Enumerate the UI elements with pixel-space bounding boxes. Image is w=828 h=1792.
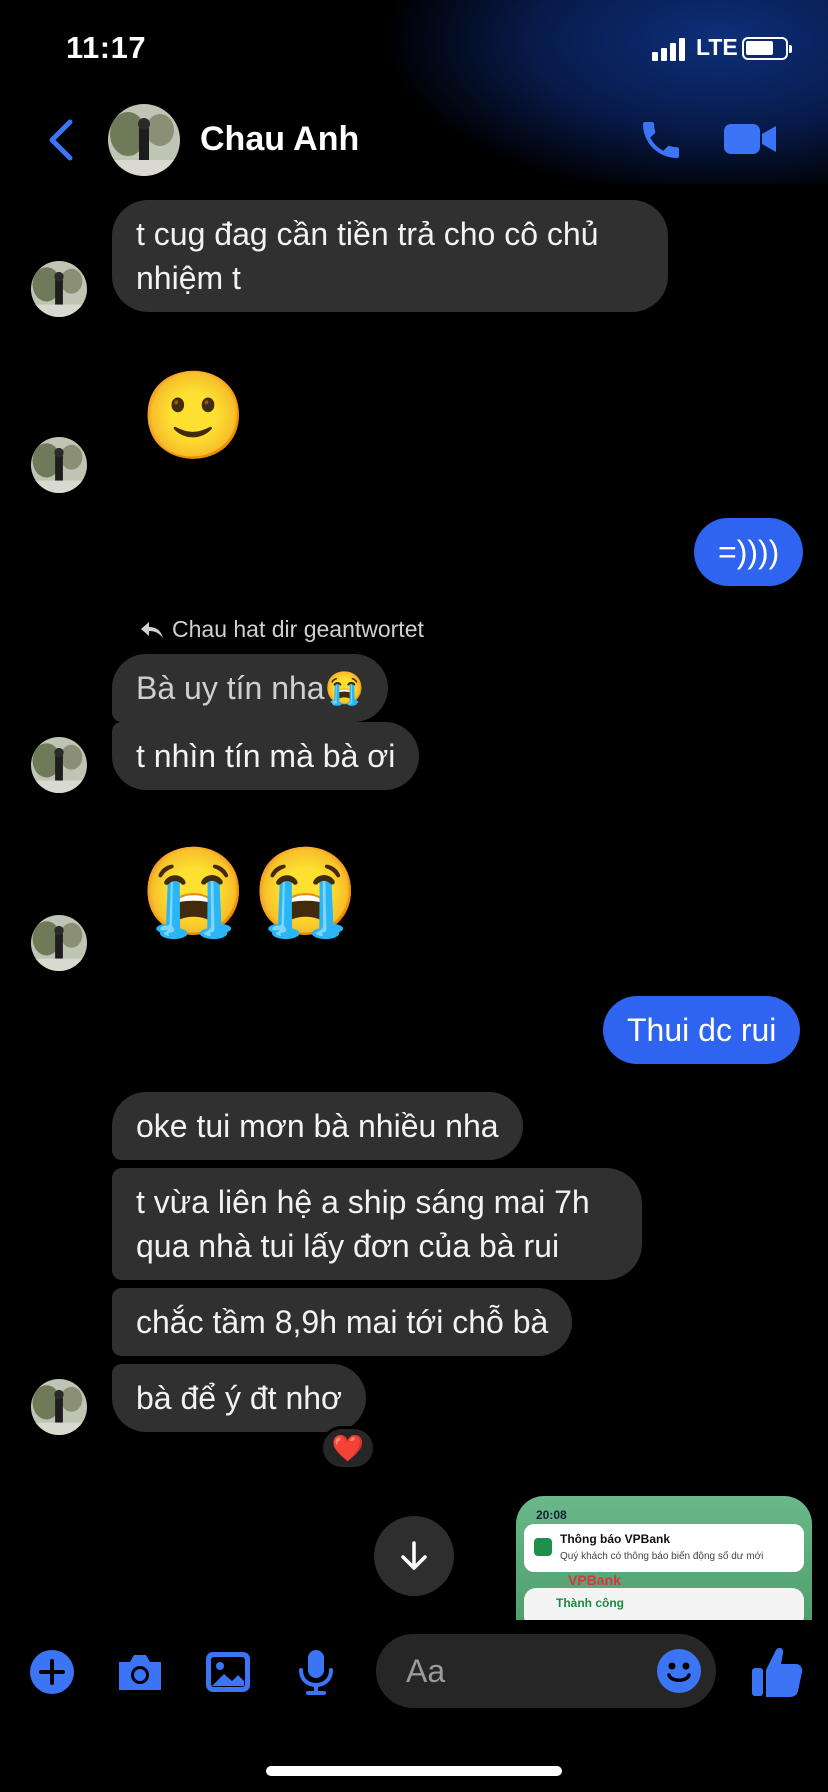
thumb-time: 20:08 bbox=[536, 1508, 567, 1522]
home-indicator bbox=[266, 1766, 562, 1776]
smiley-icon bbox=[657, 1649, 701, 1693]
reply-icon bbox=[141, 621, 163, 638]
sender-avatar[interactable] bbox=[31, 737, 87, 793]
sender-avatar[interactable] bbox=[31, 437, 87, 493]
message-bubble[interactable]: oke tui mơn bà nhiều nha bbox=[112, 1092, 523, 1160]
signal-icon bbox=[652, 37, 685, 61]
thumb-notification-body: Quý khách có thông báo biến động số dư m… bbox=[560, 1551, 764, 1562]
voice-message-button[interactable] bbox=[290, 1646, 342, 1698]
thumbs-up-icon bbox=[752, 1647, 803, 1697]
message-input[interactable] bbox=[406, 1648, 626, 1694]
avatar-photo bbox=[31, 437, 87, 493]
reaction-badge[interactable]: ❤️ bbox=[320, 1426, 376, 1470]
chat-screen: 11:17 LTE Chau Anh t cug đag cần tiền tr… bbox=[0, 0, 828, 1792]
message-bubble[interactable]: t cug đag cần tiền trả cho cô chủ nhiệm … bbox=[112, 200, 668, 312]
sender-avatar[interactable] bbox=[31, 915, 87, 971]
message-bubble-mine[interactable]: Thui dc rui bbox=[603, 996, 801, 1064]
contact-name[interactable]: Chau Anh bbox=[200, 120, 359, 159]
back-button[interactable] bbox=[42, 118, 82, 162]
avatar-photo bbox=[31, 261, 87, 317]
network-label: LTE bbox=[696, 34, 738, 60]
image-icon bbox=[206, 1652, 250, 1692]
call-button[interactable] bbox=[636, 116, 686, 164]
thumb-notification-title: Thông báo VPBank bbox=[560, 1532, 671, 1546]
plus-circle-icon bbox=[30, 1650, 74, 1694]
video-camera-icon bbox=[724, 124, 776, 154]
emoji-message[interactable]: 😭 bbox=[140, 842, 247, 942]
thumb-brand: VPBank bbox=[568, 1572, 621, 1588]
sender-avatar[interactable] bbox=[31, 1379, 87, 1435]
camera-button[interactable] bbox=[114, 1646, 166, 1698]
reply-note-text: Chau hat dir geantwortet bbox=[172, 616, 424, 642]
reply-note: Chau hat dir geantwortet bbox=[140, 616, 424, 643]
shared-image-message[interactable]: 20:08 Thông báo VPBank Quý khách có thôn… bbox=[516, 1496, 812, 1620]
emoji-message[interactable]: 🙂 bbox=[140, 366, 247, 466]
arrow-down-icon bbox=[401, 1541, 427, 1570]
thumb-notification: Thông báo VPBank Quý khách có thông báo … bbox=[524, 1524, 804, 1572]
gallery-button[interactable] bbox=[202, 1646, 254, 1698]
scroll-to-bottom-button[interactable] bbox=[374, 1516, 454, 1596]
camera-icon bbox=[119, 1655, 161, 1690]
message-bubble[interactable]: t vừa liên hệ a ship sáng mai 7h qua nhà… bbox=[112, 1168, 642, 1280]
thumb-status-card: Thành công bbox=[524, 1588, 804, 1620]
more-actions-button[interactable] bbox=[26, 1646, 78, 1698]
video-call-button[interactable] bbox=[722, 118, 778, 160]
battery-icon bbox=[742, 37, 792, 60]
message-bubble[interactable]: chắc tầm 8,9h mai tới chỗ bà bbox=[112, 1288, 573, 1356]
contact-avatar[interactable] bbox=[108, 104, 180, 176]
avatar-photo bbox=[31, 1379, 87, 1435]
heart-icon: ❤️ bbox=[331, 1433, 365, 1463]
emoji-message[interactable]: 😭 bbox=[252, 842, 359, 942]
message-bubble[interactable]: bà để ý đt nhơ bbox=[112, 1364, 367, 1432]
chevron-left-icon bbox=[49, 119, 73, 161]
like-button[interactable] bbox=[750, 1644, 804, 1700]
microphone-icon bbox=[299, 1650, 333, 1695]
thumb-status: Thành công bbox=[556, 1596, 624, 1610]
avatar-photo bbox=[31, 915, 87, 971]
message-bubble[interactable]: t nhìn tín mà bà ơi bbox=[112, 722, 420, 790]
avatar-photo bbox=[31, 737, 87, 793]
avatar-photo bbox=[108, 104, 180, 176]
message-bubble-mine[interactable]: =)))) bbox=[694, 518, 804, 586]
sender-avatar[interactable] bbox=[31, 261, 87, 317]
phone-icon bbox=[643, 122, 679, 158]
status-time: 11:17 bbox=[66, 30, 147, 65]
quoted-message[interactable]: Bà uy tín nha😭 bbox=[112, 654, 389, 722]
message-composer bbox=[376, 1634, 716, 1708]
emoji-button[interactable] bbox=[656, 1648, 702, 1694]
bank-app-icon bbox=[534, 1538, 552, 1556]
header-bar: 11:17 LTE Chau Anh bbox=[0, 0, 828, 184]
